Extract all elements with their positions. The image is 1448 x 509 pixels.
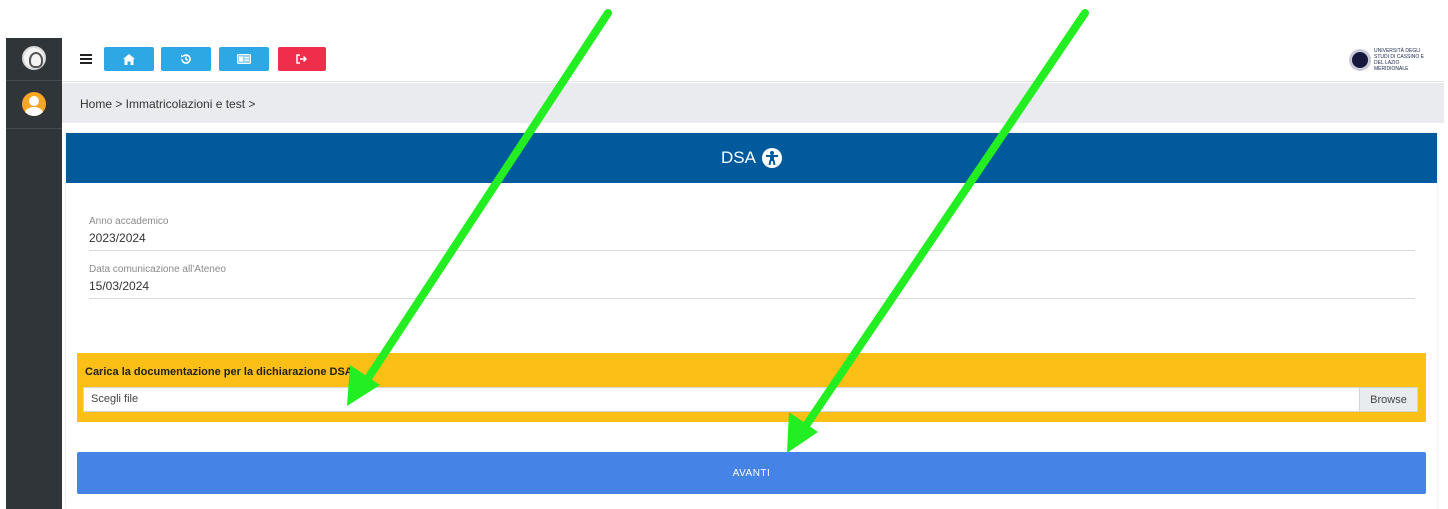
browse-button[interactable]: Browse [1359,388,1417,411]
avanti-button[interactable]: AVANTI [77,452,1426,494]
screenshot: UNIVERSITÀ DEGLI STUDI DI CASSINO E DEL … [0,0,1448,509]
home-icon [123,53,135,65]
card-header: DSA [66,133,1437,183]
field-value: 2023/2024 [89,231,146,245]
accessibility-icon [761,148,782,168]
field-communication-date: Data comunicazione all'Ateneo 15/03/2024 [89,264,1415,299]
top-bar: UNIVERSITÀ DEGLI STUDI DI CASSINO E DEL … [62,38,1444,82]
logout-button[interactable] [278,47,326,71]
field-label: Anno accademico [89,216,169,227]
file-input-placeholder: Scegli file [91,393,139,405]
upload-section: Carica la documentazione per la dichiara… [77,353,1426,422]
history-icon [181,54,191,64]
file-input[interactable]: Scegli file Browse [83,387,1418,412]
avatar-body [25,107,43,116]
breadcrumb-bar: Home > Immatricolazioni e test > [62,83,1444,123]
breadcrumb[interactable]: Home > Immatricolazioni e test > [80,97,255,111]
page-title: DSA [721,148,756,167]
app-logo-icon[interactable] [22,46,46,70]
field-value: 15/03/2024 [89,279,150,293]
field-label: Data comunicazione all'Ateneo [89,264,226,275]
id-card-icon [237,54,251,64]
avatar-head [29,96,39,106]
menu-toggle-icon[interactable] [80,54,92,64]
sidebar [6,38,62,509]
dsa-card: DSA Anno accademico 2023/2024 Data comun… [66,133,1437,509]
sidebar-divider [6,128,62,129]
logout-icon [296,54,308,64]
history-button[interactable] [161,47,211,71]
university-name: UNIVERSITÀ DEGLI STUDI DI CASSINO E DEL … [1374,48,1425,72]
university-logo: UNIVERSITÀ DEGLI STUDI DI CASSINO E DEL … [1349,48,1434,72]
sidebar-divider [6,80,62,81]
home-button[interactable] [104,47,154,71]
upload-title: Carica la documentazione per la dichiara… [85,366,353,378]
field-academic-year: Anno accademico 2023/2024 [89,216,1415,251]
university-seal-icon [1349,49,1371,71]
user-avatar-icon[interactable] [22,92,46,116]
id-card-button[interactable] [219,47,269,71]
